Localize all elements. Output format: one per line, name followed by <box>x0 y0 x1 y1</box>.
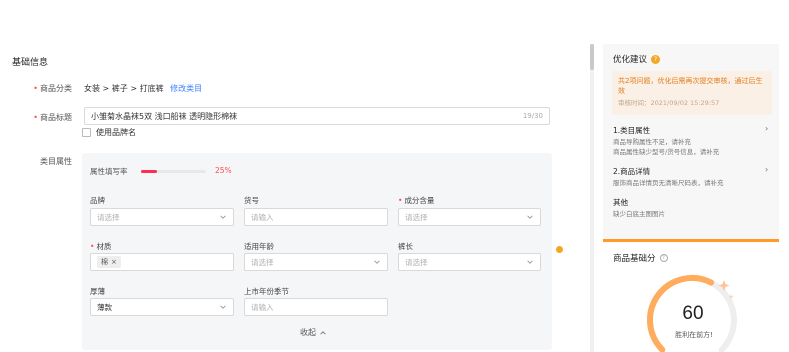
composition-placeholder: 请选择 <box>405 212 428 222</box>
score-subtitle: 胜利在前方! <box>675 331 713 339</box>
chevron-up-icon <box>320 330 326 335</box>
material-tag-text: 棉 <box>101 258 108 266</box>
field-label-age: 适用年龄 <box>244 242 274 251</box>
product-title-input[interactable]: 小雏菊水晶袜5双 浅口船袜 透明隐形棉袜 19/30 <box>84 107 550 125</box>
product-title-value: 小雏菊水晶袜5双 浅口船袜 透明隐形棉袜 <box>91 111 238 121</box>
suggestion-title: 其他 <box>613 198 628 207</box>
category-label: • 商品分类 <box>33 84 72 93</box>
chevron-right-icon[interactable]: › <box>765 124 768 133</box>
warning-icon[interactable] <box>556 246 563 253</box>
field-label-brand: 品牌 <box>90 196 105 205</box>
composition-select[interactable]: 请选择 <box>398 208 541 226</box>
brand-select-placeholder: 请选择 <box>97 212 120 222</box>
suggestion-line: 商品导购属性不足，请补充 <box>613 138 691 146</box>
section-title: 基础信息 <box>12 58 49 68</box>
suggestion-line: 服饰商品详情页无清晰尺码表，请补充 <box>613 179 724 187</box>
collapse-label: 收起 <box>300 328 316 337</box>
field-label-length: 裤长 <box>398 242 413 251</box>
thickness-value: 薄款 <box>97 302 112 312</box>
chevron-right-icon[interactable]: › <box>765 165 768 174</box>
alert-message: 共2项问题，优化后需再次提交审核，通过后生效 <box>618 77 763 95</box>
scrollbar-track[interactable] <box>590 44 594 352</box>
fill-rate-bar <box>141 170 157 173</box>
title-char-counter: 19/30 <box>522 112 543 120</box>
brand-select[interactable]: 请选择 <box>90 208 234 226</box>
season-input[interactable]: 请输入 <box>244 298 388 316</box>
help-icon[interactable]: ? <box>659 254 668 262</box>
material-tag: 棉 × <box>97 256 121 268</box>
suggestion-line: 商品属性缺少型号/货号信息，请补充 <box>613 148 720 156</box>
age-placeholder: 请选择 <box>251 257 274 267</box>
collapse-toggle[interactable]: 收起 <box>300 327 327 338</box>
chevron-down-icon <box>527 215 533 219</box>
category-attrs-label: 类目属性 <box>40 157 72 166</box>
item-no-input[interactable]: 请输入 <box>244 208 388 226</box>
score-value: 60 <box>682 303 704 324</box>
chevron-down-icon <box>220 305 226 309</box>
advice-title-text: 优化建议 <box>613 55 648 65</box>
suggestion-line: 缺少白底主图图片 <box>613 210 665 218</box>
season-placeholder: 请输入 <box>251 302 274 312</box>
suggestion-title[interactable]: 1.类目属性 <box>613 125 650 136</box>
thickness-select[interactable]: 薄款 <box>90 298 234 316</box>
field-label-item-no: 货号 <box>244 196 259 205</box>
attributes-panel <box>82 153 552 350</box>
category-path-text: 女装 > 裤子 > 打底裤 <box>84 84 164 93</box>
edit-category-link[interactable]: 修改类目 <box>170 84 202 93</box>
field-label-material: • 材质 <box>90 242 112 251</box>
category-path: 女装 > 裤子 > 打底裤 修改类目 <box>84 83 202 94</box>
material-select[interactable]: 棉 × <box>90 253 234 271</box>
field-label-season: 上市年份季节 <box>244 287 289 296</box>
alert-time: 审核时间：2021/09/02 15:29:57 <box>618 99 720 107</box>
length-placeholder: 请选择 <box>405 257 428 267</box>
scrollbar-thumb[interactable] <box>590 44 594 70</box>
advice-title: 优化建议 ? <box>613 53 661 65</box>
fill-rate-label: 属性填写率 <box>90 167 128 176</box>
length-select[interactable]: 请选择 <box>398 253 541 271</box>
use-brand-label: 使用品牌名 <box>96 128 136 137</box>
field-label-composition: • 成分含量 <box>398 196 435 205</box>
chevron-down-icon <box>220 215 226 219</box>
help-icon[interactable]: ? <box>651 54 661 64</box>
score-title-text: 商品基础分 <box>613 254 656 264</box>
chevron-down-icon <box>374 260 380 264</box>
chevron-down-icon <box>527 260 533 264</box>
suggestion-title[interactable]: 2.商品详情 <box>613 166 650 177</box>
field-label-thickness: 厚薄 <box>90 287 105 296</box>
fill-rate-percent: 25% <box>215 166 232 175</box>
use-brand-checkbox[interactable] <box>82 128 91 137</box>
advice-alert: 共2项问题，优化后需再次提交审核，通过后生效 审核时间：2021/09/02 1… <box>612 71 772 115</box>
age-select[interactable]: 请选择 <box>244 253 388 271</box>
close-icon[interactable]: × <box>111 258 117 266</box>
score-title: 商品基础分 ? <box>613 252 668 264</box>
product-title-label: • 商品标题 <box>33 113 72 122</box>
item-no-placeholder: 请输入 <box>251 212 274 222</box>
